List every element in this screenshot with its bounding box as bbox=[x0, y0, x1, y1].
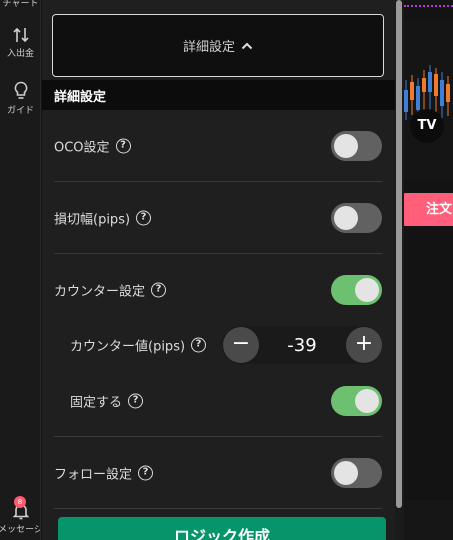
create-logic-button[interactable]: ロジック作成 bbox=[58, 517, 386, 540]
collapse-button-label: 詳細設定 bbox=[182, 40, 235, 55]
stop-loss-toggle[interactable] bbox=[331, 203, 382, 233]
chart-top-strip bbox=[404, 0, 453, 7]
decrement-button[interactable]: − bbox=[223, 327, 259, 363]
setting-row-fixed: 固定する ? bbox=[42, 381, 395, 421]
toggle-knob bbox=[334, 206, 358, 230]
counter-value-label: カウンター値(pips) bbox=[70, 339, 186, 355]
help-circle-icon[interactable]: ? bbox=[136, 210, 152, 226]
order-button[interactable]: 注文 bbox=[404, 193, 453, 226]
nav-chart-label: チャート bbox=[2, 0, 39, 9]
toggle-knob bbox=[334, 134, 358, 158]
counter-toggle[interactable] bbox=[331, 275, 382, 305]
tradingview-logo: TV bbox=[410, 109, 444, 143]
scrollbar-thumb[interactable] bbox=[396, 0, 402, 508]
setting-row-oco: OCO設定 ? bbox=[42, 126, 395, 166]
chart-pane bbox=[404, 20, 453, 180]
chart-area[interactable]: TV 注文 bbox=[404, 0, 453, 540]
toggle-knob bbox=[355, 278, 379, 302]
toggle-knob bbox=[334, 461, 358, 485]
divider bbox=[54, 253, 382, 254]
transfer-arrows-icon bbox=[12, 27, 29, 43]
help-circle-icon[interactable]: ? bbox=[151, 282, 167, 298]
toggle-knob bbox=[355, 389, 379, 413]
counter-value-input[interactable] bbox=[260, 326, 344, 364]
nav-item-chart[interactable]: チャート bbox=[0, 0, 40, 9]
section-title: 詳細設定 bbox=[54, 90, 107, 105]
divider bbox=[54, 181, 382, 182]
increment-button[interactable]: + bbox=[346, 327, 382, 363]
chevron-up-icon bbox=[241, 42, 253, 49]
help-circle-icon[interactable]: ? bbox=[191, 337, 207, 353]
nav-messages-label: メッセージ bbox=[0, 525, 41, 535]
stop-loss-label: 損切幅(pips) bbox=[54, 212, 131, 228]
follow-label: フォロー設定 bbox=[54, 467, 133, 483]
settings-panel: 詳細設定 詳細設定 OCO設定 ? 損切幅(pips) ? カウンター設定 ? bbox=[42, 0, 395, 540]
help-circle-icon[interactable]: ? bbox=[115, 138, 131, 154]
divider bbox=[54, 508, 382, 509]
counter-label: カウンター設定 bbox=[54, 284, 146, 300]
help-circle-icon[interactable]: ? bbox=[128, 393, 144, 409]
nav-guide-label: ガイド bbox=[6, 106, 34, 116]
nav-item-deposit[interactable]: 入出金 bbox=[0, 26, 40, 59]
message-count-badge: 8 bbox=[14, 496, 26, 508]
detail-settings-collapse-button[interactable]: 詳細設定 bbox=[52, 14, 384, 77]
chart-bottom-bar bbox=[404, 500, 453, 540]
divider bbox=[54, 436, 382, 437]
nav-item-guide[interactable]: ガイド bbox=[0, 81, 40, 116]
setting-row-counter: カウンター設定 ? bbox=[42, 270, 395, 310]
setting-row-stop-loss: 損切幅(pips) ? bbox=[42, 198, 395, 238]
oco-label: OCO設定 bbox=[54, 140, 110, 156]
help-circle-icon[interactable]: ? bbox=[138, 465, 154, 481]
nav-deposit-label: 入出金 bbox=[6, 49, 34, 59]
lightbulb-icon bbox=[14, 81, 27, 99]
nav-rail: チャート 入出金 ガイド メッセージ 8 bbox=[0, 0, 41, 540]
setting-row-follow: フォロー設定 ? bbox=[42, 453, 395, 493]
oco-toggle[interactable] bbox=[331, 131, 382, 161]
follow-toggle[interactable] bbox=[331, 458, 382, 488]
fixed-label: 固定する bbox=[70, 395, 123, 411]
fixed-toggle[interactable] bbox=[331, 386, 382, 416]
counter-value-stepper: − + bbox=[222, 326, 382, 364]
